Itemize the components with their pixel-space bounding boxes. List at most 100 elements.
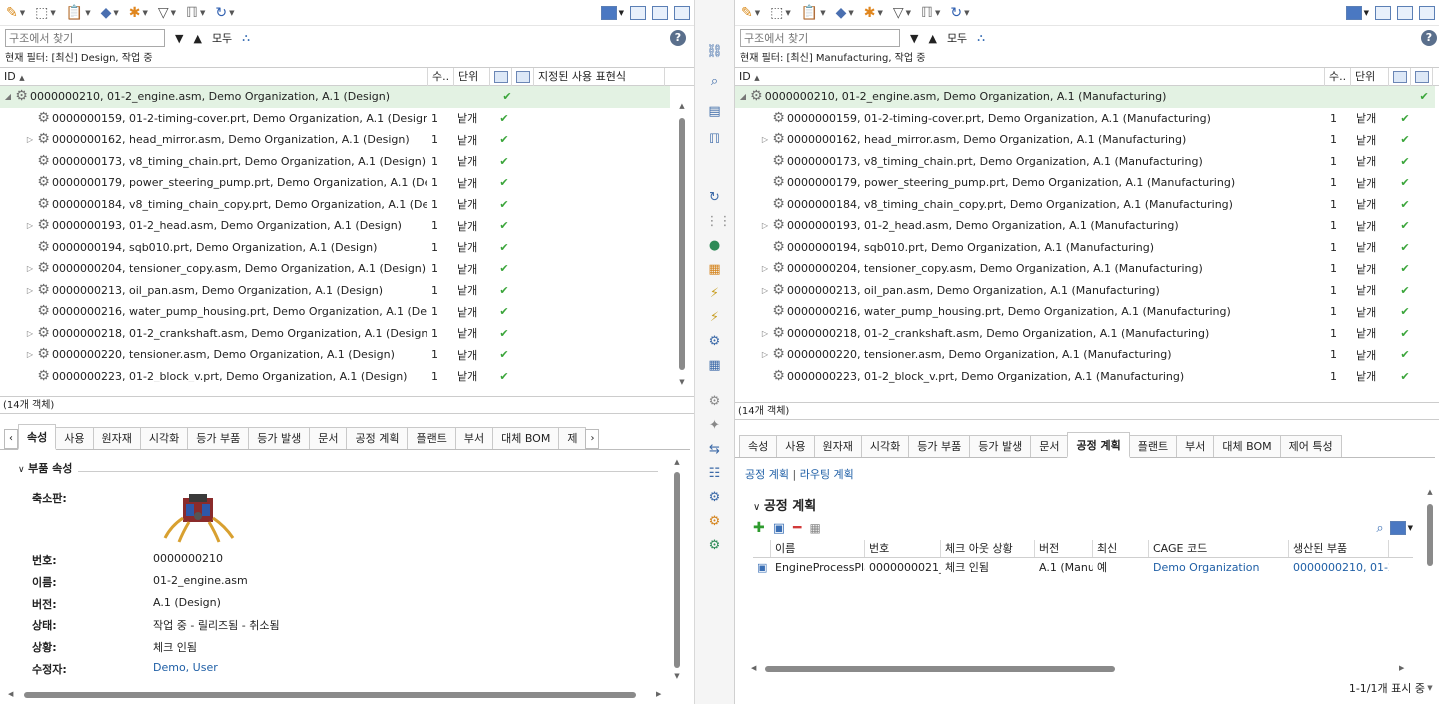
select-box-icon[interactable]: ⬚ ▼: [35, 3, 56, 23]
table-row[interactable]: ▷ ⚙ 0000000213, oil_pan.asm, Demo Organiza…: [735, 280, 1435, 302]
expand-icon[interactable]: ▷: [759, 221, 771, 230]
table-row[interactable]: ⚙ 0000000216, water_pump_housing.prt, Dem…: [735, 301, 1435, 323]
left-detail-vscrollbar[interactable]: ▲ ▼: [672, 458, 682, 686]
table-row[interactable]: ⚙ 0000000173, v8_timing_chain.prt, Demo O…: [735, 151, 1435, 173]
column-unit[interactable]: 단위: [454, 67, 490, 86]
table-row-root[interactable]: ◢ ⚙ 0000000210, 01-2_engine.asm, Demo Or…: [735, 86, 1435, 108]
remove-icon[interactable]: ━: [793, 520, 801, 536]
column-expression[interactable]: 지정된 사용 표현식: [534, 67, 665, 86]
hscroll-left-icon[interactable]: ◀: [751, 664, 756, 672]
table-row[interactable]: ▷ ⚙ 0000000220, tensioner.asm, Demo Organi…: [735, 344, 1435, 366]
layout-grid-icon[interactable]: [600, 5, 617, 20]
tab-4[interactable]: 등가 부품: [908, 435, 971, 457]
tab-1[interactable]: 사용: [776, 435, 815, 457]
subnav-process-plan[interactable]: 공정 계획: [745, 468, 789, 481]
tool-icon[interactable]: ⚙: [706, 394, 724, 410]
plan-column-4[interactable]: 최신: [1093, 540, 1149, 557]
help-icon[interactable]: ?: [670, 30, 686, 46]
search-down-icon[interactable]: ▼: [910, 32, 918, 45]
expand-icon[interactable]: ▷: [24, 221, 36, 230]
table-row[interactable]: ⚙ 0000000223, 01-2_block_v.prt, Demo Orga…: [0, 366, 670, 382]
search-up-icon[interactable]: ▲: [928, 32, 936, 45]
edit-pencil-icon[interactable]: ✎ ▼: [6, 3, 25, 23]
scroll-up-icon[interactable]: ▲: [677, 102, 687, 110]
filter-icon[interactable]: ▽ ▼: [893, 3, 911, 23]
clipboard-icon[interactable]: 📋 ▼: [801, 3, 826, 23]
table-row[interactable]: ▷ ⚙ 0000000193, 01-2_head.asm, Demo Organi…: [0, 215, 670, 237]
hscroll-right-icon[interactable]: ▶: [656, 690, 661, 698]
plan-hscrollbar[interactable]: ◀ ▶: [751, 664, 1411, 674]
explode-icon[interactable]: ✱ ▼: [129, 3, 148, 23]
layout-quad-icon[interactable]: [674, 5, 690, 20]
find-structure-icon[interactable]: ⛬: [242, 31, 250, 45]
expand-icon[interactable]: ▷: [24, 264, 36, 273]
section-collapse-icon[interactable]: ∨: [753, 502, 760, 513]
layout-rows-icon[interactable]: [1397, 5, 1413, 20]
table-row[interactable]: ⚙ 0000000194, sqb010.prt, Demo Organizati…: [735, 237, 1435, 259]
plan-cell-6[interactable]: 0000000210, 01-2_e: [1289, 558, 1389, 578]
table-row[interactable]: ⚙ 0000000173, v8_timing_chain.prt, Demo O…: [0, 151, 670, 173]
table-row[interactable]: ⚙ 0000000194, sqb010.prt, Demo Organizati…: [0, 237, 670, 259]
tab-3[interactable]: 시각화: [860, 435, 910, 457]
table-row-root[interactable]: ◢ ⚙ 0000000210, 01-2_engine.asm, Demo Or…: [0, 86, 670, 108]
plan-column-2[interactable]: 체크 아웃 상황: [941, 540, 1035, 557]
column-id[interactable]: ID ▲: [735, 67, 1325, 86]
column-qty[interactable]: 수..: [1325, 67, 1351, 86]
column-status-icon[interactable]: [490, 67, 512, 86]
tab-scroll-right-icon[interactable]: ›: [585, 429, 600, 449]
tab-2[interactable]: 원자재: [92, 427, 141, 449]
plan-cell-0[interactable]: EngineProcessPlar: [771, 558, 865, 578]
plan-column-0[interactable]: 이름: [771, 540, 865, 557]
expand-icon[interactable]: ▷: [759, 264, 771, 273]
expand-icon[interactable]: ▷: [24, 286, 36, 295]
refresh-icon[interactable]: ↻: [706, 190, 724, 206]
view-layout-icon[interactable]: [1389, 521, 1406, 535]
hscroll-thumb[interactable]: [765, 666, 1115, 672]
expand-icon[interactable]: ▷: [24, 135, 36, 144]
tab-5[interactable]: 등가 발생: [969, 435, 1032, 457]
tab-11[interactable]: 제: [558, 427, 587, 449]
table-row[interactable]: ⚙ 0000000184, v8_timing_chain_copy.prt, D…: [0, 194, 670, 216]
report-icon[interactable]: ▤: [706, 104, 724, 120]
select-box-icon[interactable]: ⬚ ▼: [770, 3, 791, 23]
search-all-button[interactable]: 모두: [212, 30, 232, 46]
plan-cell-5[interactable]: Demo Organization: [1149, 558, 1289, 578]
help-icon[interactable]: ?: [1421, 30, 1437, 46]
left-grid-vscrollbar[interactable]: ▲ ▼: [677, 100, 687, 390]
tab-5[interactable]: 등가 발생: [248, 427, 311, 449]
tab-0[interactable]: 속성: [18, 424, 57, 450]
tab-2[interactable]: 원자재: [813, 435, 862, 457]
column-select[interactable]: [753, 540, 771, 557]
table-row[interactable]: ▷ ⚙ 0000000218, 01-2_crankshaft.asm, Demo …: [735, 323, 1435, 345]
move-icon[interactable]: ⇆: [706, 442, 724, 458]
explode-icon[interactable]: ✱ ▼: [864, 3, 883, 23]
tab-scroll-left-icon[interactable]: ‹: [4, 429, 18, 449]
link-icon[interactable]: ⚙: [706, 514, 724, 530]
expand-icon[interactable]: ▷: [24, 350, 36, 359]
replace-icon[interactable]: ⚡: [706, 310, 724, 326]
tab-0[interactable]: 속성: [739, 435, 778, 457]
table-row[interactable]: ▷ ⚙ 0000000220, tensioner.asm, Demo Organi…: [0, 344, 670, 366]
engine-thumbnail[interactable]: [153, 486, 245, 544]
view-dropdown-icon[interactable]: ▼: [1408, 524, 1413, 532]
layout-rows-icon[interactable]: [652, 5, 668, 20]
plan-column-5[interactable]: CAGE 코드: [1149, 540, 1289, 557]
right-detail-vscrollbar[interactable]: ▲ ▼: [1425, 488, 1435, 698]
search-all-button[interactable]: 모두: [947, 30, 967, 46]
sync-icon[interactable]: ↻ ▼: [215, 3, 234, 23]
search-up-icon[interactable]: ▲: [193, 32, 201, 45]
collapse-icon[interactable]: ◢: [737, 92, 749, 101]
scroll-down-icon[interactable]: ▼: [677, 378, 687, 386]
table-row[interactable]: ⚙ 0000000179, power_steering_pump.prt, De…: [0, 172, 670, 194]
structure-icon[interactable]: ℿ ▼: [186, 3, 205, 23]
hierarchy-icon[interactable]: ☷: [706, 466, 724, 482]
settings-icon[interactable]: ⚙: [706, 490, 724, 506]
plan-column-1[interactable]: 번호: [865, 540, 941, 557]
tab-11[interactable]: 제어 특성: [1279, 435, 1342, 457]
tree-icon[interactable]: ℿ: [706, 132, 724, 148]
search-input[interactable]: [740, 29, 900, 47]
tab-6[interactable]: 문서: [1030, 435, 1069, 457]
layout-quad-icon[interactable]: [1419, 5, 1435, 20]
section-header[interactable]: ∨ 부품 속성: [18, 460, 79, 476]
column-qty[interactable]: 수..: [428, 67, 454, 86]
